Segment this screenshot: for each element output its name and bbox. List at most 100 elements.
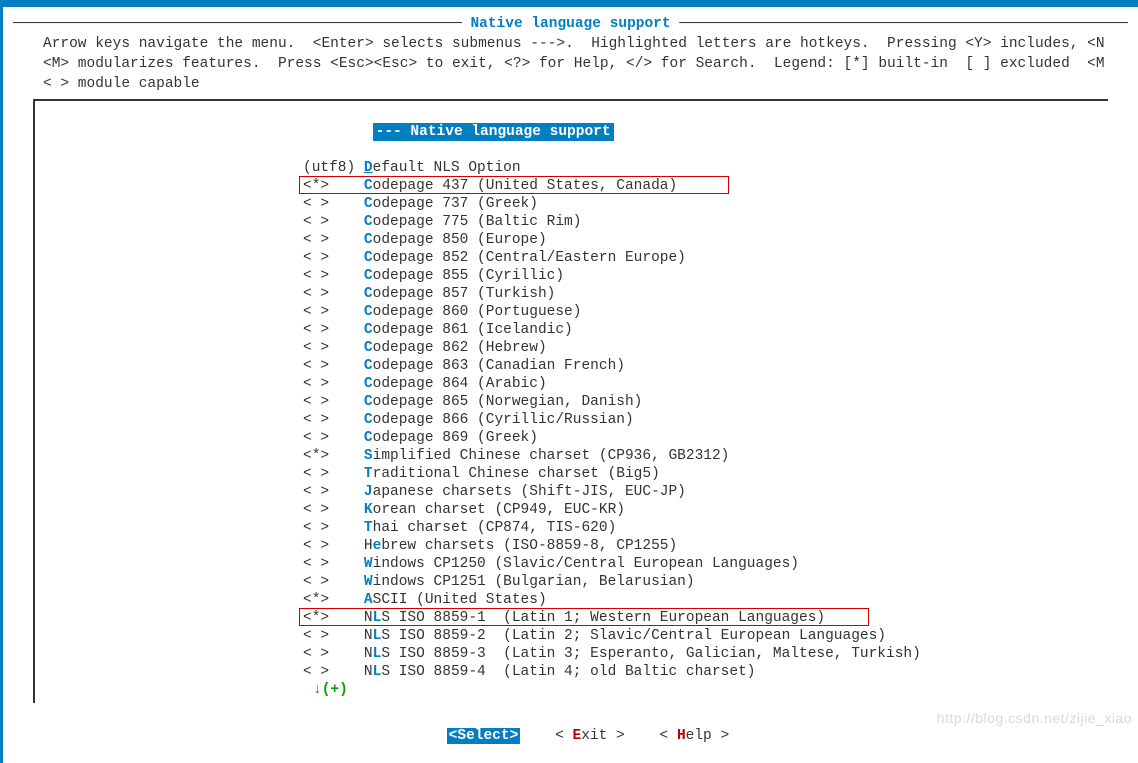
menu-item[interactable]: < > Codepage 860 (Portuguese): [303, 303, 1108, 321]
help-button[interactable]: < Help >: [660, 728, 730, 744]
tristate-mark[interactable]: < >: [303, 646, 329, 662]
menu-item[interactable]: < > Codepage 855 (Cyrillic): [303, 267, 1108, 285]
item-prefix: [338, 502, 364, 518]
select-button[interactable]: <Select>: [447, 728, 521, 744]
item-prefix: [338, 322, 364, 338]
menu-item[interactable]: < > Thai charset (CP874, TIS-620): [303, 519, 1108, 537]
tristate-mark[interactable]: < >: [303, 628, 329, 644]
menu-item[interactable]: < > NLS ISO 8859-2 (Latin 2; Slavic/Cent…: [303, 627, 1108, 645]
hotkey-letter: C: [364, 358, 373, 374]
tristate-mark[interactable]: < >: [303, 250, 329, 266]
item-label: odepage 864 (Arabic): [373, 376, 547, 392]
tristate-mark[interactable]: (utf8): [303, 160, 355, 176]
item-prefix: [338, 268, 364, 284]
section-header: --- Native language support: [373, 123, 614, 141]
tristate-mark[interactable]: < >: [303, 466, 329, 482]
tristate-mark[interactable]: < >: [303, 304, 329, 320]
menu-item[interactable]: < > Windows CP1250 (Slavic/Central Europ…: [303, 555, 1108, 573]
titlebar-stripe: [0, 0, 1138, 7]
tristate-mark[interactable]: < >: [303, 574, 329, 590]
item-label: SCII (United States): [373, 592, 547, 608]
tristate-mark[interactable]: < >: [303, 430, 329, 446]
menu-item[interactable]: (utf8) Default NLS Option: [303, 159, 1108, 177]
item-label: odepage 855 (Cyrillic): [373, 268, 564, 284]
tristate-mark[interactable]: < >: [303, 664, 329, 680]
item-label: odepage 437 (United States, Canada): [373, 178, 678, 194]
menu-item[interactable]: < > NLS ISO 8859-4 (Latin 4; old Baltic …: [303, 663, 1108, 681]
item-label: indows CP1251 (Bulgarian, Belarusian): [373, 574, 695, 590]
tristate-mark[interactable]: < >: [303, 196, 329, 212]
tristate-mark[interactable]: < >: [303, 538, 329, 554]
item-prefix: [338, 286, 364, 302]
menu-item[interactable]: < > Codepage 737 (Greek): [303, 195, 1108, 213]
tristate-mark[interactable]: < >: [303, 214, 329, 230]
tristate-mark[interactable]: < >: [303, 322, 329, 338]
tristate-mark[interactable]: < >: [303, 286, 329, 302]
menu-item[interactable]: <*> Codepage 437 (United States, Canada): [303, 177, 1108, 195]
tristate-mark[interactable]: < >: [303, 556, 329, 572]
menu-item[interactable]: < > Codepage 852 (Central/Eastern Europe…: [303, 249, 1108, 267]
tristate-mark[interactable]: < >: [303, 484, 329, 500]
watermark: http://blog.csdn.net/zijie_xiao: [937, 709, 1132, 727]
tristate-mark[interactable]: < >: [303, 358, 329, 374]
item-label: odepage 862 (Hebrew): [373, 340, 547, 356]
menu-item[interactable]: < > Codepage 864 (Arabic): [303, 375, 1108, 393]
menu-item[interactable]: < > Codepage 869 (Greek): [303, 429, 1108, 447]
menu-item[interactable]: < > Codepage 862 (Hebrew): [303, 339, 1108, 357]
menu-item[interactable]: < > Codepage 863 (Canadian French): [303, 357, 1108, 375]
hotkey-letter: A: [364, 592, 373, 608]
hotkey-letter: W: [364, 556, 373, 572]
item-prefix: [338, 466, 364, 482]
item-prefix: [338, 520, 364, 536]
tristate-mark[interactable]: <*>: [303, 448, 329, 464]
item-prefix: [338, 232, 364, 248]
tristate-mark[interactable]: < >: [303, 340, 329, 356]
tristate-mark[interactable]: < >: [303, 232, 329, 248]
header-rule-right: ────────────────────────────────────────…: [679, 15, 1128, 33]
tristate-mark[interactable]: <*>: [303, 610, 329, 626]
item-label: odepage 863 (Canadian French): [373, 358, 625, 374]
menu-item[interactable]: < > Codepage 866 (Cyrillic/Russian): [303, 411, 1108, 429]
menu-item[interactable]: <*> ASCII (United States): [303, 591, 1108, 609]
menu-item[interactable]: < > NLS ISO 8859-3 (Latin 3; Esperanto, …: [303, 645, 1108, 663]
hotkey-letter: D: [364, 160, 373, 176]
hotkey-letter: C: [364, 178, 373, 194]
hotkey-letter: C: [364, 430, 373, 446]
hotkey-letter: C: [364, 304, 373, 320]
menu-item[interactable]: <*> NLS ISO 8859-1 (Latin 1; Western Eur…: [303, 609, 1108, 627]
item-label: odepage 866 (Cyrillic/Russian): [373, 412, 634, 428]
item-prefix: [338, 250, 364, 266]
tristate-mark[interactable]: < >: [303, 412, 329, 428]
hotkey-letter: C: [364, 412, 373, 428]
menu-item[interactable]: < > Codepage 857 (Turkish): [303, 285, 1108, 303]
item-prefix: N: [338, 664, 373, 680]
item-label: odepage 869 (Greek): [373, 430, 538, 446]
tristate-mark[interactable]: <*>: [303, 592, 329, 608]
menu-item[interactable]: < > Japanese charsets (Shift-JIS, EUC-JP…: [303, 483, 1108, 501]
menu-item[interactable]: < > Traditional Chinese charset (Big5): [303, 465, 1108, 483]
menu-item[interactable]: < > Windows CP1251 (Bulgarian, Belarusia…: [303, 573, 1108, 591]
exit-button[interactable]: < Exit >: [555, 728, 625, 744]
content-box: --- Native language support (utf8) Defau…: [33, 101, 1108, 703]
item-label: efault NLS Option: [373, 160, 521, 176]
tristate-mark[interactable]: < >: [303, 502, 329, 518]
item-label: odepage 775 (Baltic Rim): [373, 214, 582, 230]
tristate-mark[interactable]: < >: [303, 376, 329, 392]
item-label: brew charsets (ISO-8859-8, CP1255): [381, 538, 677, 554]
menu-item[interactable]: < > Hebrew charsets (ISO-8859-8, CP1255): [303, 537, 1108, 555]
tristate-mark[interactable]: < >: [303, 268, 329, 284]
tristate-mark[interactable]: < >: [303, 394, 329, 410]
menu-item[interactable]: < > Codepage 775 (Baltic Rim): [303, 213, 1108, 231]
hotkey-letter: C: [364, 340, 373, 356]
item-prefix: [338, 196, 364, 212]
menu-item[interactable]: < > Codepage 850 (Europe): [303, 231, 1108, 249]
menu-item[interactable]: <*> Simplified Chinese charset (CP936, G…: [303, 447, 1108, 465]
menu-item[interactable]: < > Korean charset (CP949, EUC-KR): [303, 501, 1108, 519]
tristate-mark[interactable]: < >: [303, 520, 329, 536]
tristate-mark[interactable]: <*>: [303, 178, 329, 194]
item-prefix: [338, 178, 364, 194]
item-prefix: [338, 376, 364, 392]
menu-list: --- Native language support (utf8) Defau…: [45, 105, 1108, 681]
menu-item[interactable]: < > Codepage 865 (Norwegian, Danish): [303, 393, 1108, 411]
menu-item[interactable]: < > Codepage 861 (Icelandic): [303, 321, 1108, 339]
